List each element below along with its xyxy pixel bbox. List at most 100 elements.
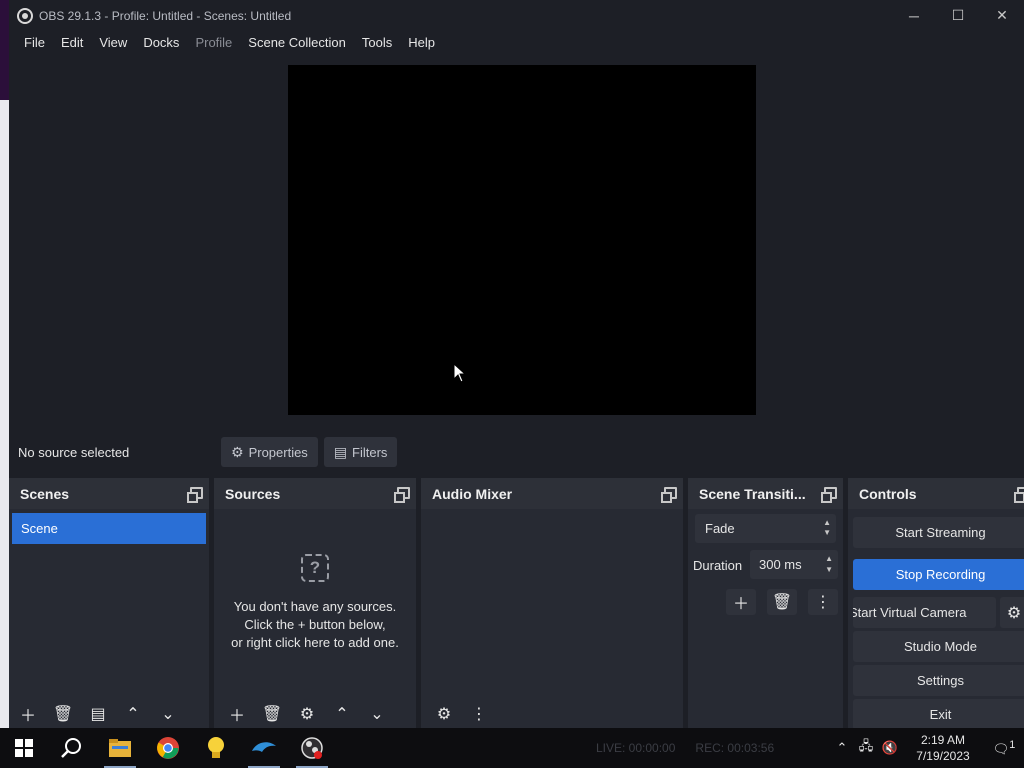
scene-transitions-dock: Scene Transiti... Fade ▲ ▼ Duration 300 m… — [688, 478, 843, 728]
move-up-icon[interactable]: ⌃ — [327, 701, 357, 727]
filters-button[interactable]: ▤ Filters — [323, 437, 398, 467]
properties-button[interactable]: ⚙ Properties — [221, 437, 318, 467]
delete-scene-icon[interactable]: 🗑 — [48, 701, 78, 727]
delete-source-icon[interactable]: 🗑 — [257, 701, 287, 727]
stop-recording-button[interactable]: Stop Recording — [853, 559, 1024, 590]
empty-line-3: or right click here to add one. — [231, 635, 399, 650]
undock-icon[interactable] — [661, 487, 677, 503]
menu-edit[interactable]: Edit — [53, 31, 91, 55]
more-options-icon[interactable]: ⋮ — [464, 701, 494, 727]
start-streaming-button[interactable]: Start Streaming — [853, 517, 1024, 548]
transition-properties-icon[interactable]: ⋮ — [808, 589, 838, 615]
transitions-title: Scene Transiti... — [699, 485, 806, 502]
close-button[interactable]: ✕ — [980, 0, 1024, 31]
menu-profile[interactable]: Profile — [187, 31, 240, 55]
obs-window: OBS 29.1.3 - Profile: Untitled - Scenes:… — [9, 0, 1024, 728]
add-source-icon[interactable]: ＋ — [222, 701, 252, 727]
sources-title: Sources — [225, 485, 281, 502]
windows-taskbar: LIVE: 00:00:00 REC: 00:03:56 ⌃ 🖧 🔇 2:19 … — [0, 728, 1024, 768]
studio-mode-button[interactable]: Studio Mode — [853, 631, 1024, 662]
notification-icon[interactable]: 🗨1 — [984, 739, 1024, 757]
gear-icon: ⚙ — [231, 443, 244, 460]
menu-tools[interactable]: Tools — [354, 31, 400, 55]
menu-scene-collection[interactable]: Scene Collection — [240, 31, 354, 55]
source-properties-icon[interactable]: ⚙ — [292, 701, 322, 727]
undock-icon[interactable] — [1014, 487, 1024, 503]
notification-count: 1 — [1009, 738, 1016, 751]
empty-line-2: Click the + button below, — [244, 617, 386, 632]
search-icon[interactable] — [48, 728, 96, 768]
move-down-icon[interactable]: ⌄ — [362, 701, 392, 727]
volume-muted-icon[interactable]: 🔇 — [878, 740, 902, 756]
controls-dock-title: Controls — [848, 478, 1024, 509]
duration-spinbox[interactable]: 300 ms ▲ ▼ — [750, 550, 838, 579]
virtual-camera-settings-icon[interactable]: ⚙ — [1000, 597, 1024, 628]
scenes-list[interactable]: Scene ＋ 🗑 ▤ ⌃ ⌄ — [9, 509, 209, 728]
empty-sources-message: ? You don't have any sources. Click the … — [214, 554, 416, 652]
menu-view[interactable]: View — [91, 31, 135, 55]
sources-dock-title: Sources — [214, 478, 416, 509]
transition-selected: Fade — [705, 521, 735, 536]
advanced-audio-icon[interactable]: ⚙ — [429, 701, 459, 727]
obs-logo-icon — [17, 7, 33, 24]
start-virtual-camera-button[interactable]: Start Virtual Camera — [853, 597, 996, 628]
undock-icon[interactable] — [187, 487, 203, 503]
live-status: LIVE: 00:00:00 — [596, 741, 676, 755]
sources-toolbar: ＋ 🗑 ⚙ ⌃ ⌄ — [214, 700, 416, 728]
menu-file[interactable]: File — [16, 31, 53, 55]
empty-line-1: You don't have any sources. — [233, 599, 397, 614]
duration-label: Duration — [693, 558, 743, 573]
file-explorer-icon[interactable] — [96, 728, 144, 768]
system-tray: ⌃ 🖧 🔇 2:19 AM 7/19/2023 🗨1 — [830, 728, 1024, 768]
controls-dock: Controls Start Streaming Stop Recording … — [848, 478, 1024, 728]
move-up-icon[interactable]: ⌃ — [118, 701, 148, 727]
add-scene-icon[interactable]: ＋ — [13, 701, 43, 727]
clock[interactable]: 2:19 AM 7/19/2023 — [902, 732, 984, 764]
undock-icon[interactable] — [821, 487, 837, 503]
audio-mixer-title: Audio Mixer — [432, 485, 513, 502]
audio-mixer-toolbar: ⚙ ⋮ — [421, 700, 683, 728]
menu-bar: File Edit View Docks Profile Scene Colle… — [9, 31, 1024, 55]
title-bar: OBS 29.1.3 - Profile: Untitled - Scenes:… — [9, 0, 1024, 31]
transition-select[interactable]: Fade ▲ ▼ — [695, 514, 836, 543]
controls-body: Start Streaming Stop Recording Start Vir… — [848, 509, 1024, 728]
selected-source-label: No source selected — [18, 444, 130, 460]
delete-transition-icon[interactable]: 🗑 — [767, 589, 797, 615]
add-transition-icon[interactable]: ＋ — [726, 589, 756, 615]
desktop-background — [0, 0, 9, 728]
menu-docks[interactable]: Docks — [135, 31, 187, 55]
transition-toolbar: ＋ 🗑 ⋮ — [726, 589, 849, 615]
controls-title: Controls — [859, 485, 917, 502]
window-controls: ─ ☐ ✕ — [892, 0, 1024, 31]
chevron-up-icon[interactable]: ⌃ — [830, 740, 854, 756]
menu-help[interactable]: Help — [400, 31, 443, 55]
move-down-icon[interactable]: ⌄ — [153, 701, 183, 727]
sources-list[interactable]: ? You don't have any sources. Click the … — [214, 509, 416, 728]
transitions-body: Fade ▲ ▼ Duration 300 ms ▲ ▼ ＋ 🗑 ⋮ — [688, 509, 843, 728]
source-toolbar: No source selected ⚙ Properties ▤ Filter… — [9, 432, 1024, 472]
undock-icon[interactable] — [394, 487, 410, 503]
windows-logo-icon — [15, 739, 33, 757]
dolphin-icon[interactable] — [240, 728, 288, 768]
scenes-dock: Scenes Scene ＋ 🗑 ▤ ⌃ ⌄ — [9, 478, 209, 728]
audio-mixer-dock: Audio Mixer ⚙ ⋮ — [421, 478, 683, 728]
duration-value: 300 ms — [759, 557, 802, 572]
virtual-camera-label: Start Virtual Camera — [853, 605, 967, 620]
program-preview[interactable] — [288, 65, 756, 415]
obs-status-overlay: LIVE: 00:00:00 REC: 00:03:56 — [596, 728, 794, 768]
chrome-icon[interactable] — [144, 728, 192, 768]
maximize-button[interactable]: ☐ — [936, 0, 980, 31]
exit-button[interactable]: Exit — [853, 699, 1024, 728]
network-icon[interactable]: 🖧 — [854, 737, 878, 759]
start-button[interactable] — [0, 728, 48, 768]
spin-arrows-icon[interactable]: ▲ ▼ — [825, 553, 833, 575]
transitions-dock-title: Scene Transiti... — [688, 478, 843, 509]
scenes-dock-title: Scenes — [9, 478, 209, 509]
obs-taskbar-icon[interactable] — [288, 728, 336, 768]
audio-mixer-dock-title: Audio Mixer — [421, 478, 683, 509]
lightbulb-icon[interactable] — [192, 728, 240, 768]
scene-filters-icon[interactable]: ▤ — [83, 701, 113, 727]
minimize-button[interactable]: ─ — [892, 0, 936, 31]
settings-button[interactable]: Settings — [853, 665, 1024, 696]
scene-list-item[interactable]: Scene — [12, 513, 206, 544]
